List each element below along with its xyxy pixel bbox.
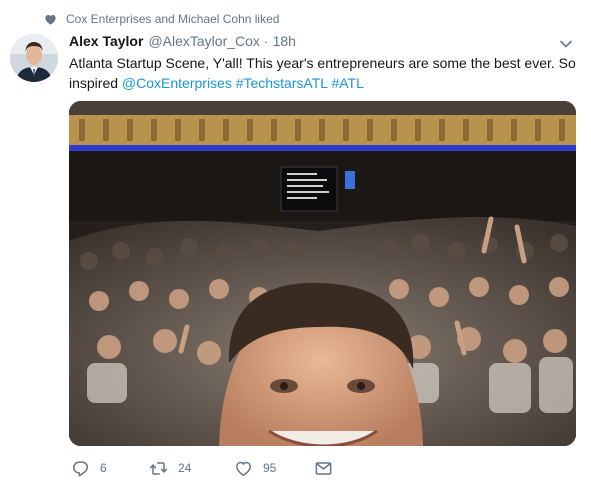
reply-icon (71, 459, 90, 478)
photo (69, 101, 576, 446)
like-count: 95 (263, 461, 277, 475)
hashtag-atl[interactable]: #ATL (331, 75, 363, 91)
chevron-down-icon[interactable] (558, 36, 574, 52)
direct-message-button[interactable] (314, 458, 333, 478)
tweet-text: Atlanta Startup Scene, Y'all! This year'… (69, 53, 579, 93)
avatar[interactable] (10, 34, 58, 82)
reply-count: 6 (100, 461, 107, 475)
social-context: Cox Enterprises and Michael Cohn liked (44, 10, 279, 28)
heart-icon (44, 13, 57, 26)
envelope-icon (314, 459, 333, 478)
timestamp[interactable]: 18h (273, 33, 296, 49)
hashtag-techstarsatl[interactable]: #TechstarsATL (236, 75, 328, 91)
action-bar: 6 24 95 (71, 458, 333, 478)
tweet[interactable]: Cox Enterprises and Michael Cohn liked A… (0, 0, 591, 488)
author-username[interactable]: @AlexTaylor_Cox (148, 33, 259, 49)
social-context-text[interactable]: Cox Enterprises and Michael Cohn liked (66, 12, 279, 26)
retweet-count: 24 (178, 461, 192, 475)
mention-coxenterprises[interactable]: @CoxEnterprises (122, 75, 232, 91)
retweet-button[interactable]: 24 (149, 458, 234, 478)
separator: · (263, 33, 269, 49)
retweet-icon (149, 459, 168, 478)
heart-icon (234, 459, 253, 478)
like-button[interactable]: 95 (234, 458, 314, 478)
tweet-photo[interactable] (69, 101, 576, 446)
reply-button[interactable]: 6 (71, 458, 149, 478)
tweet-header: Alex Taylor @AlexTaylor_Cox · 18h (69, 33, 296, 51)
author-name[interactable]: Alex Taylor (69, 33, 143, 49)
